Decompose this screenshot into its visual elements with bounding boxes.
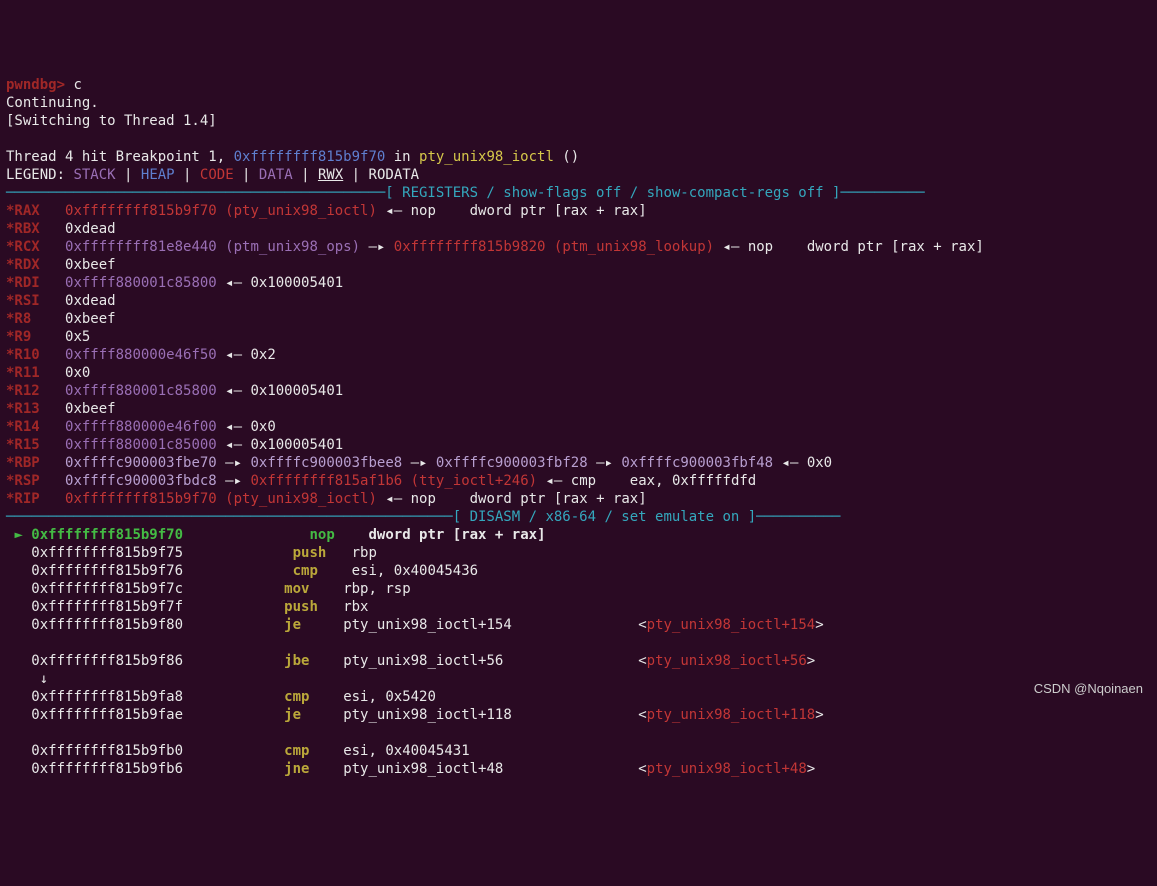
watermark: CSDN @Nqoinaen bbox=[1034, 680, 1143, 698]
terminal-output[interactable]: pwndbg> c Continuing. [Switching to Thre… bbox=[6, 76, 1151, 778]
